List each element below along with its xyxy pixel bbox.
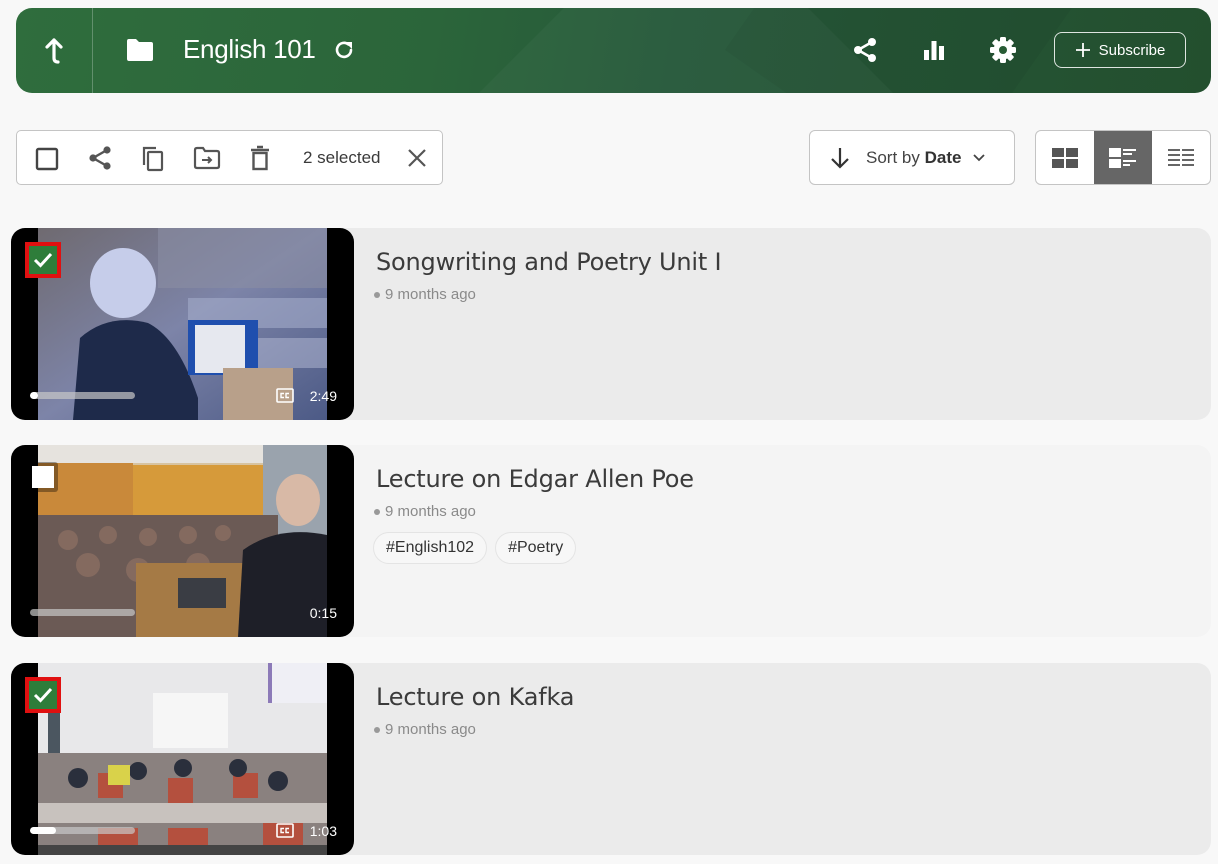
closed-captions-icon <box>276 388 294 403</box>
sort-label: Sort by Date <box>866 147 962 167</box>
view-grid-button[interactable] <box>1036 131 1094 184</box>
view-list-compact-button[interactable] <box>1152 131 1210 184</box>
video-duration: 0:15 <box>309 605 337 621</box>
video-title[interactable]: Lecture on Edgar Allen Poe <box>376 465 694 493</box>
video-meta: 9 months ago <box>374 721 476 738</box>
watch-progress-bar <box>30 827 135 834</box>
grid-view-icon <box>1052 147 1078 168</box>
video-row[interactable]: 0:15 Lecture on Edgar Allen Poe 9 months… <box>11 445 1211 637</box>
subscribe-button[interactable]: Subscribe <box>1054 32 1186 68</box>
plus-icon <box>1075 43 1090 57</box>
video-meta: 9 months ago <box>374 286 476 303</box>
share-icon[interactable] <box>87 145 113 171</box>
chevron-down-icon <box>973 153 986 161</box>
channel-header: English 101 Subscribe <box>16 8 1211 93</box>
video-title[interactable]: Songwriting and Poetry Unit I <box>376 248 722 276</box>
video-thumbnail[interactable]: 2:49 <box>11 228 354 420</box>
copy-icon[interactable] <box>141 145 165 173</box>
video-thumbnail[interactable]: 0:15 <box>11 445 354 637</box>
checkmark-icon <box>33 687 53 703</box>
select-checkbox[interactable] <box>25 242 61 278</box>
list-detailed-view-icon <box>1109 147 1136 168</box>
move-to-folder-icon[interactable] <box>193 146 221 170</box>
tag-list: #English102 #Poetry <box>373 532 577 564</box>
selected-count: 2 selected <box>303 148 381 167</box>
watch-progress-bar <box>30 392 135 399</box>
video-title[interactable]: Lecture on Kafka <box>376 683 574 711</box>
clear-selection-icon[interactable] <box>407 148 427 168</box>
video-row[interactable]: 1:03 Lecture on Kafka 9 months ago <box>11 663 1211 855</box>
tag-chip[interactable]: #Poetry <box>495 532 577 564</box>
bullet-dot <box>374 291 380 298</box>
refresh-icon[interactable] <box>332 38 356 62</box>
select-checkbox[interactable] <box>25 677 61 713</box>
checkmark-icon <box>33 252 53 268</box>
stats-icon[interactable] <box>922 38 946 62</box>
bullet-dot <box>374 508 380 515</box>
header-divider <box>92 8 93 93</box>
gear-icon[interactable] <box>989 36 1017 64</box>
page-title: English 101 <box>183 34 316 64</box>
folder-icon <box>127 39 153 61</box>
tag-chip[interactable]: #English102 <box>373 532 488 564</box>
video-meta: 9 months ago <box>374 503 476 520</box>
selection-toolbar: 2 selected <box>16 130 443 185</box>
up-arrow-icon <box>45 37 63 64</box>
view-toggle <box>1035 130 1211 185</box>
video-duration: 1:03 <box>309 823 337 839</box>
view-list-detailed-button[interactable] <box>1094 131 1152 184</box>
bullet-dot <box>374 726 380 733</box>
select-checkbox[interactable] <box>28 462 58 492</box>
closed-captions-icon <box>276 823 294 838</box>
share-icon[interactable] <box>852 37 878 63</box>
trash-icon[interactable] <box>249 145 271 171</box>
watch-progress-bar <box>30 609 135 616</box>
video-duration: 2:49 <box>309 388 337 404</box>
sort-dropdown[interactable]: Sort by Date <box>809 130 1015 185</box>
go-up-button[interactable] <box>16 8 92 93</box>
select-all-checkbox-icon[interactable] <box>35 147 59 171</box>
list-compact-view-icon <box>1168 148 1194 166</box>
sort-direction-down-icon <box>831 147 849 169</box>
subscribe-label: Subscribe <box>1098 41 1166 59</box>
video-row[interactable]: 2:49 Songwriting and Poetry Unit I 9 mon… <box>11 228 1211 420</box>
video-thumbnail[interactable]: 1:03 <box>11 663 354 855</box>
